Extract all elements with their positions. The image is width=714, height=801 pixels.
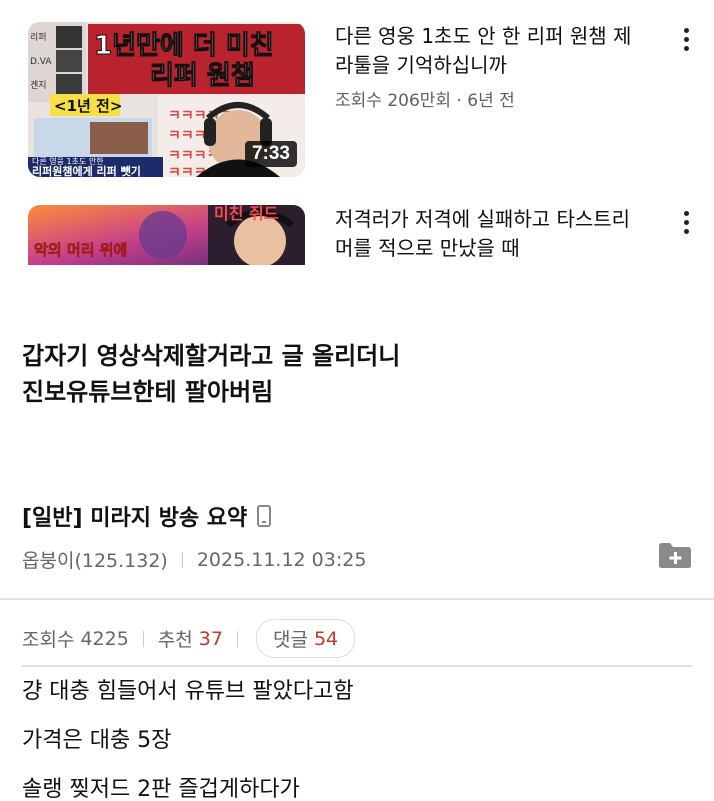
post-datetime: 2025.11.12 03:25 (196, 548, 367, 571)
video-item[interactable]: 미친 쥐드 악의 머리 위에 저격러가 저격에 실패하고 타스트리머를 적으로 … (28, 205, 708, 265)
recommend-count: 37 (198, 627, 223, 650)
thumb-title-text: 미친 쥐드 (214, 205, 279, 223)
divider (181, 551, 183, 568)
comments-label: 댓글 (272, 629, 308, 651)
header-divider (0, 598, 714, 600)
kebab-icon[interactable] (682, 28, 690, 52)
divider (142, 630, 144, 647)
thumb-side-label: 리퍼 (30, 32, 47, 43)
folder-plus-icon[interactable] (658, 541, 692, 569)
video-item[interactable]: ㅋㅋㅋㅋㅋㅋ ㅋㅋㅋㅋㅋㅋ ㅋㅋㅋㅋㅋㅋ ㅋㅋㅋㅋㅋㅋ 리퍼 D.VA 겐지 1… (28, 22, 708, 178)
thumb-badge-text: <1년 전> (54, 97, 122, 115)
video-duration: 7:33 (244, 141, 297, 167)
post-title-text: [일반] 미라지 방송 요약 (22, 506, 248, 531)
kebab-icon[interactable] (682, 211, 690, 235)
post-stats: 조회수 4225 추천 37 댓글 54 (22, 619, 356, 658)
recommend-label: 추천 (157, 629, 193, 651)
post-title: [일반] 미라지 방송 요약 (22, 500, 272, 532)
divider (236, 630, 238, 647)
video-meta: 조회수 206만회 · 6년 전 (335, 91, 515, 111)
thumbnail-image: 미친 쥐드 악의 머리 위에 (28, 205, 305, 265)
video-thumbnail[interactable]: 미친 쥐드 악의 머리 위에 (28, 205, 305, 265)
comments-button[interactable]: 댓글 54 (255, 619, 356, 658)
thumb-title-text: 1년만에 더 미친 (94, 31, 274, 61)
mobile-icon (257, 505, 272, 527)
body-line: 솔랭 찢저드 2판 즐겁게하다가 (22, 777, 300, 801)
headline-text: 갑자기 영상삭제할거라고 글 올리더니 진보유튜브한테 팔아버림 (22, 338, 400, 410)
thumb-caption: 악의 머리 위에 (34, 241, 127, 259)
post-author[interactable]: 옵붕이(125.132) (22, 546, 168, 573)
thumb-caption: 리퍼원챔에게 리퍼 뺏기 (32, 164, 141, 177)
comments-count: 54 (313, 627, 339, 650)
body-line: 걍 대충 힘들어서 유튜브 팔았다고함 (22, 679, 354, 704)
video-title[interactable]: 다른 영웅 1초도 안 한 리퍼 원챔 제라툴을 기억하십니까 (335, 22, 645, 80)
video-title[interactable]: 저격러가 저격에 실패하고 타스트리머를 적으로 만났을 때 (335, 205, 645, 263)
views-label: 조회수 (22, 629, 75, 651)
body-line: 가격은 대충 5장 (22, 728, 172, 753)
stats-divider (22, 665, 692, 667)
headline-line: 갑자기 영상삭제할거라고 글 올리더니 (22, 342, 401, 370)
thumb-title-text: 리퍼 원챔 (150, 61, 255, 91)
post-body: 걍 대충 힘들어서 유튜브 팔았다고함 가격은 대충 5장 솔랭 찢저드 2판 … (22, 675, 354, 801)
thumb-side-label: 겐지 (30, 80, 47, 91)
post-meta: 옵붕이(125.132) 2025.11.12 03:25 (22, 546, 366, 573)
thumb-side-label: D.VA (30, 57, 52, 67)
video-thumbnail[interactable]: ㅋㅋㅋㅋㅋㅋ ㅋㅋㅋㅋㅋㅋ ㅋㅋㅋㅋㅋㅋ ㅋㅋㅋㅋㅋㅋ 리퍼 D.VA 겐지 1… (28, 22, 305, 177)
headline-line: 진보유튜브한테 팔아버림 (22, 378, 274, 406)
views-count: 4225 (80, 627, 129, 650)
